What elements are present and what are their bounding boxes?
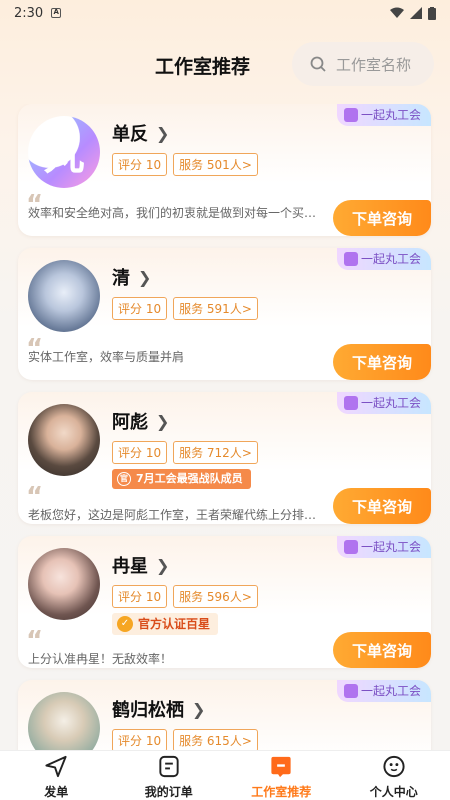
order-consult-button[interactable]: 下单咨询: [333, 488, 431, 524]
studio-name-label: 阿彪: [112, 412, 148, 433]
studio-card[interactable]: 鹤归松栖 ❯ 评分 10 服务 615人> 一起丸工会: [18, 680, 431, 750]
studio-name[interactable]: 单反 ❯: [112, 120, 169, 146]
studio-card[interactable]: 阿彪 ❯ 评分 10 服务 712人> 官 7月工会最强战队成员 一起丸工会 “ …: [18, 392, 431, 524]
search-icon: [310, 56, 326, 72]
wifi-icon: [390, 7, 404, 18]
rating-chip: 评分 10: [112, 585, 168, 608]
tab-label: 发单: [44, 785, 69, 799]
chevron-right-icon: ❯: [156, 555, 170, 575]
avatar[interactable]: [28, 548, 100, 620]
page-title: 工作室推荐: [155, 56, 251, 78]
chevron-right-icon: ❯: [138, 267, 152, 287]
chevron-right-icon: ❯: [192, 699, 206, 719]
rating-chip: 评分 10: [112, 729, 168, 750]
union-badge: 一起丸工会: [336, 248, 431, 270]
union-badge: 一起丸工会: [336, 680, 431, 702]
order-consult-button[interactable]: 下单咨询: [333, 632, 431, 668]
studio-description: 上分认准冉星！无敌效率！: [28, 652, 173, 666]
union-label: 一起丸工会: [360, 540, 421, 554]
studio-icon: [271, 756, 291, 778]
union-badge: 一起丸工会: [336, 392, 431, 414]
studio-name-label: 鹤归松栖: [112, 700, 184, 721]
official-badge: ✓ 官方认证百星: [112, 613, 219, 635]
studio-card[interactable]: 丸 单反 ❯ 评分 10 服务 501人> 一起丸工会 “ 效率和安全绝对高，我…: [18, 104, 431, 236]
studio-card[interactable]: 清 ❯ 评分 10 服务 591人> 一起丸工会 “ 实体工作室，效率与质量并肩…: [18, 248, 431, 380]
union-label: 一起丸工会: [360, 396, 421, 410]
search-placeholder: 工作室名称: [336, 55, 412, 74]
tab-profile[interactable]: 个人中心: [338, 751, 450, 800]
studio-name[interactable]: 冉星 ❯: [112, 552, 169, 578]
union-icon: [343, 684, 358, 698]
studio-description: 实体工作室，效率与质量并肩: [28, 350, 185, 364]
status-time: 2:30: [14, 5, 44, 21]
avatar[interactable]: [28, 692, 100, 750]
union-icon: [343, 540, 358, 554]
rating-chip: 评分 10: [112, 153, 168, 176]
service-chip[interactable]: 服务 591人>: [173, 297, 258, 320]
notification-a-icon: A: [51, 8, 62, 18]
search-input[interactable]: 工作室名称: [292, 42, 434, 86]
studio-name[interactable]: 阿彪 ❯: [112, 408, 169, 434]
avatar[interactable]: 丸: [28, 116, 100, 188]
chevron-right-icon: ❯: [156, 123, 170, 143]
studio-name[interactable]: 鹤归松栖 ❯: [112, 696, 205, 722]
orders-icon: [159, 755, 179, 778]
union-label: 一起丸工会: [360, 684, 421, 698]
studio-name[interactable]: 清 ❯: [112, 264, 151, 290]
team-badge-icon: 官: [117, 472, 131, 486]
status-bar: 2:30 A: [0, 0, 450, 26]
rating-chip: 评分 10: [112, 297, 168, 320]
studio-description: 老板您好，这边是阿彪工作室，王者荣耀代练上分排…: [28, 508, 317, 522]
studio-list[interactable]: 丸 单反 ❯ 评分 10 服务 501人> 一起丸工会 “ 效率和安全绝对高，我…: [0, 104, 450, 750]
union-badge: 一起丸工会: [336, 104, 431, 126]
team-badge-label: 7月工会最强战队成员: [136, 472, 243, 485]
avatar[interactable]: [28, 404, 100, 476]
signal-icon: [410, 7, 422, 19]
tab-label: 个人中心: [369, 785, 418, 799]
service-chip[interactable]: 服务 615人>: [173, 729, 258, 750]
rating-chip: 评分 10: [112, 441, 168, 464]
studio-card[interactable]: 冉星 ❯ 评分 10 服务 596人> ✓ 官方认证百星 一起丸工会 “ 上分认准…: [18, 536, 431, 668]
union-icon: [343, 108, 358, 122]
union-label: 一起丸工会: [360, 108, 421, 122]
page-header: 工作室推荐 工作室名称: [0, 40, 450, 90]
bottom-tab-bar: 发单 我的订单 工作室推荐 个人中心: [0, 750, 450, 800]
tab-label: 我的订单: [144, 785, 193, 799]
service-chip[interactable]: 服务 596人>: [173, 585, 258, 608]
studio-name-label: 单反: [112, 124, 148, 145]
tab-send-order[interactable]: 发单: [0, 751, 113, 800]
union-icon: [343, 396, 358, 410]
avatar[interactable]: [28, 260, 100, 332]
studio-name-label: 冉星: [112, 556, 148, 577]
order-consult-button[interactable]: 下单咨询: [333, 200, 431, 236]
union-badge: 一起丸工会: [336, 536, 431, 558]
tab-my-orders[interactable]: 我的订单: [113, 751, 226, 800]
union-icon: [343, 252, 358, 266]
profile-icon: [383, 755, 405, 778]
team-badge: 官 7月工会最强战队成员: [112, 469, 251, 489]
service-chip[interactable]: 服务 501人>: [173, 153, 258, 176]
official-badge-label: 官方认证百星: [138, 617, 211, 631]
studio-name-label: 清: [112, 268, 130, 289]
verified-icon: ✓: [117, 616, 133, 632]
order-consult-button[interactable]: 下单咨询: [333, 344, 431, 380]
studio-logo-icon: 丸: [44, 133, 84, 179]
send-icon: [45, 755, 67, 778]
tab-studio-recommend[interactable]: 工作室推荐: [225, 751, 338, 800]
service-chip[interactable]: 服务 712人>: [173, 441, 258, 464]
chevron-right-icon: ❯: [156, 411, 170, 431]
tab-label: 工作室推荐: [251, 785, 312, 799]
union-label: 一起丸工会: [360, 252, 421, 266]
studio-description: 效率和安全绝对高，我们的初衷就是做到对每一个买…: [28, 206, 317, 220]
battery-icon: [428, 6, 436, 20]
